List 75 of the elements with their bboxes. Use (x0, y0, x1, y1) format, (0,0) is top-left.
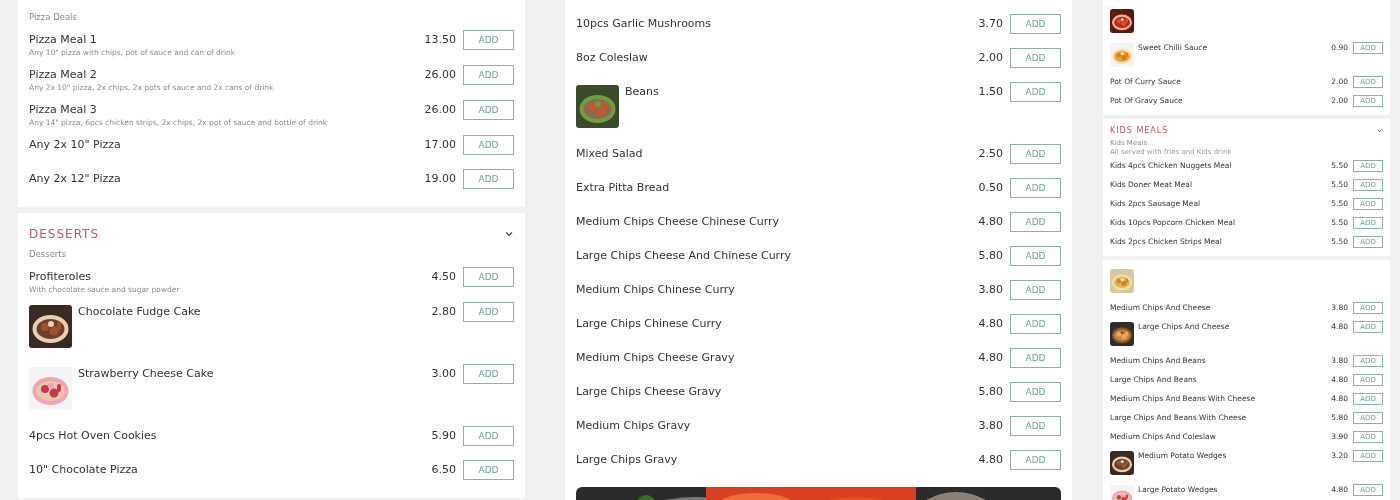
add-button[interactable]: ADD (463, 135, 514, 155)
add-button[interactable]: ADD (1010, 450, 1061, 470)
item-name: 10pcs Garlic Mushrooms (576, 17, 712, 30)
item-name: Large Chips Chinese Curry (576, 317, 722, 330)
item-price: 26.00 (424, 68, 456, 81)
item-name: 4pcs Hot Oven Cookies (29, 429, 157, 442)
item-name: 10" Chocolate Pizza (29, 463, 138, 476)
item-price: 3.00 (431, 367, 456, 380)
item-name: Profiteroles (29, 270, 93, 283)
item-price: 26.00 (424, 103, 456, 116)
section-subtitle: Pizza Deals (29, 11, 78, 24)
add-button[interactable]: ADD (1010, 82, 1061, 102)
chevron-icon[interactable] (504, 229, 514, 239)
add-button[interactable]: ADD (1010, 144, 1061, 164)
item-name: Extra Pitta Bread (576, 181, 670, 194)
item-name: Strawberry Cheese Cake (78, 367, 214, 380)
add-button[interactable]: ADD (1010, 280, 1061, 300)
add-button[interactable]: ADD (463, 169, 514, 189)
add-button[interactable]: ADD (463, 426, 514, 446)
item-price: 3.80 (978, 419, 1003, 432)
add-button[interactable]: ADD (1010, 14, 1061, 34)
item-name: 8oz Coleslaw (576, 51, 648, 64)
item-price: 6.50 (431, 463, 456, 476)
item-price: 17.00 (424, 138, 456, 151)
item-price: 4.80 (978, 215, 1003, 228)
item-price: 5.90 (431, 429, 456, 442)
item-price: 4.80 (978, 317, 1003, 330)
item-price: 5.80 (978, 249, 1003, 262)
item-name: Large Chips Gravy (576, 453, 678, 466)
add-button[interactable]: ADD (1010, 178, 1061, 198)
item-price: 4.80 (978, 453, 1003, 466)
add-button[interactable]: ADD (1010, 314, 1061, 334)
add-button[interactable]: ADD (1010, 382, 1061, 402)
item-name: Medium Chips Gravy (576, 419, 691, 432)
item-name: Pizza Meal 2 (29, 68, 98, 81)
item-price: 0.50 (978, 181, 1003, 194)
add-button[interactable]: ADD (463, 65, 514, 85)
item-price: 4.50 (431, 270, 456, 283)
add-button[interactable]: ADD (1010, 48, 1061, 68)
item-price: 13.50 (424, 33, 456, 46)
item-name: Medium Chips Cheese Chinese Curry (576, 215, 780, 228)
item-price: 2.00 (978, 51, 1003, 64)
item-name: Medium Chips Chinese Curry (576, 283, 735, 296)
section-title: KIDS MEALS (1110, 126, 1169, 135)
add-button[interactable]: ADD (463, 302, 514, 322)
item-name: Any 2x 10" Pizza (29, 138, 121, 151)
item-price: 19.00 (424, 172, 456, 185)
section-subtitle: Desserts (29, 248, 68, 261)
add-button[interactable]: ADD (1010, 416, 1061, 436)
add-button[interactable]: ADD (463, 364, 514, 384)
item-name: Medium Chips Cheese Gravy (576, 351, 735, 364)
item-name: Large Chips Cheese Gravy (576, 385, 722, 398)
chevron-icon[interactable] (1376, 127, 1383, 134)
item-name: Large Chips Cheese And Chinese Curry (576, 249, 791, 262)
item-name: Pizza Meal 3 (29, 103, 98, 116)
section-title: DESSERTS (29, 227, 100, 241)
item-price: 1.50 (978, 85, 1003, 98)
item-price: 3.70 (978, 17, 1003, 30)
item-price: 5.80 (978, 385, 1003, 398)
add-button[interactable]: ADD (463, 30, 514, 50)
item-name: Mixed Salad (576, 147, 643, 160)
add-button[interactable]: ADD (463, 100, 514, 120)
add-button[interactable]: ADD (1010, 348, 1061, 368)
item-price: 3.80 (978, 283, 1003, 296)
item-price: 2.80 (431, 305, 456, 318)
item-price: 2.50 (978, 147, 1003, 160)
item-price: 4.80 (978, 351, 1003, 364)
add-button[interactable]: ADD (1010, 246, 1061, 266)
item-name: Beans (625, 85, 659, 98)
item-name: Chocolate Fudge Cake (78, 305, 201, 318)
item-name: Any 2x 12" Pizza (29, 172, 121, 185)
add-button[interactable]: ADD (463, 460, 514, 480)
add-button[interactable]: ADD (1010, 212, 1061, 232)
add-button[interactable]: ADD (463, 267, 514, 287)
item-name: Pizza Meal 1 (29, 33, 98, 46)
